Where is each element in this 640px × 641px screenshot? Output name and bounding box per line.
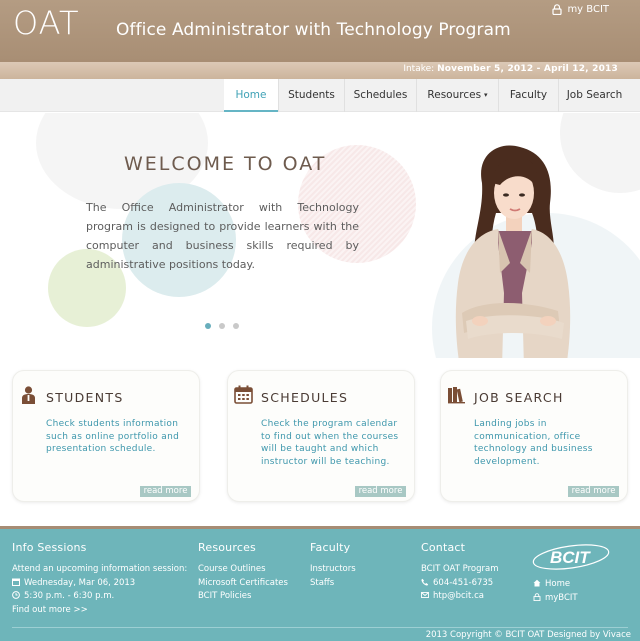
find-out-more-link[interactable]: Find out more >> — [12, 604, 197, 618]
intake-text: Intake: November 5, 2012 - April 12, 201… — [403, 64, 618, 74]
site-logo[interactable]: OAT — [13, 3, 80, 43]
card-description: Landing jobs in communication, office te… — [474, 419, 593, 467]
slider-dots — [205, 323, 239, 329]
footer-brand-links: Home myBCIT — [533, 578, 578, 605]
calendar-icon — [12, 578, 20, 586]
main-nav: Home Students Schedules Resources ▾ Facul… — [0, 79, 640, 112]
nav-students[interactable]: Students — [278, 79, 344, 112]
intake-label: Intake: — [403, 64, 435, 74]
bcit-policies-link[interactable]: BCIT Policies — [198, 590, 288, 604]
intake-dates: November 5, 2012 - April 12, 2013 — [437, 64, 618, 74]
home-icon — [533, 579, 541, 587]
course-outlines-link[interactable]: Course Outlines — [198, 563, 288, 577]
nav-home[interactable]: Home — [224, 79, 278, 112]
card-title: STUDENTS — [46, 390, 124, 405]
feature-cards: STUDENTS Check students information such… — [0, 358, 640, 526]
schedules-card[interactable]: SCHEDULES Check the program calendar to … — [227, 370, 415, 502]
bcit-logo-text: BCIT — [550, 548, 591, 567]
footer-contact-heading: Contact — [421, 541, 466, 554]
instructors-link[interactable]: Instructors — [310, 563, 356, 577]
job-search-card[interactable]: JOB SEARCH Landing jobs in communication… — [440, 370, 628, 502]
read-more-button[interactable]: read more — [140, 486, 191, 497]
card-description: Check students information such as onlin… — [46, 419, 180, 455]
copyright: 2013 Copyright © BCIT OAT Designed by Vi… — [425, 630, 631, 640]
mail-icon — [421, 592, 429, 598]
nav-resources-label: Resources — [427, 89, 482, 101]
footer-resources-links: Course Outlines Microsoft Certificates B… — [198, 563, 288, 604]
staffs-link[interactable]: Staffs — [310, 577, 356, 591]
phone-icon — [421, 578, 429, 586]
slider-dot[interactable] — [205, 323, 211, 329]
student-icon — [22, 386, 35, 404]
hero-heading: WELCOME TO OAT — [124, 153, 327, 175]
footer-info-heading: Info Sessions — [12, 541, 87, 554]
hero-slider: WELCOME TO OAT The Office Administrator … — [0, 113, 640, 358]
info-date-row: Wednesday, Mar 06, 2013 — [12, 577, 197, 591]
contact-email: htp@bcit.ca — [433, 591, 484, 601]
mybcit-link[interactable]: my BCIT — [552, 4, 609, 15]
info-sessions-block: Attend an upcoming information session: … — [12, 563, 197, 617]
students-card[interactable]: STUDENTS Check students information such… — [12, 370, 200, 502]
bcit-logo[interactable]: BCIT — [531, 539, 611, 573]
contact-phone-row: 604-451-6735 — [421, 577, 498, 591]
footer-home-label: Home — [545, 579, 571, 589]
footer-contact-block: BCIT OAT Program 604-451-6735 htp@bcit.c… — [421, 563, 498, 604]
lock-icon — [552, 4, 563, 15]
mybcit-label: my BCIT — [567, 4, 609, 15]
calendar-icon — [234, 385, 253, 404]
contact-phone: 604-451-6735 — [433, 577, 494, 588]
clock-icon — [12, 591, 20, 599]
hero-text: The Office Administrator with Technology… — [86, 201, 359, 271]
woman-illustration — [455, 145, 571, 358]
read-more-button[interactable]: read more — [355, 486, 406, 497]
contact-name: BCIT OAT Program — [421, 564, 499, 574]
footer-divider — [12, 627, 628, 628]
info-time: 5:30 p.m. - 6:30 p.m. — [24, 591, 115, 601]
nav-resources[interactable]: Resources ▾ — [416, 79, 498, 112]
nav-faculty[interactable]: Faculty — [498, 79, 558, 112]
footer-faculty-links: Instructors Staffs — [310, 563, 356, 590]
info-date: Wednesday, Mar 06, 2013 — [24, 577, 136, 588]
footer-mybcit-label: myBCIT — [545, 592, 578, 603]
slider-dot[interactable] — [233, 323, 239, 329]
read-more-button[interactable]: read more — [568, 486, 619, 497]
lock-icon — [533, 592, 541, 601]
info-time-row: 5:30 p.m. - 6:30 p.m. — [12, 590, 197, 604]
site-footer: Info Sessions Attend an upcoming informa… — [0, 526, 640, 641]
card-title: JOB SEARCH — [474, 390, 564, 405]
nav-schedules[interactable]: Schedules — [344, 79, 416, 112]
chevron-down-icon: ▾ — [484, 91, 488, 99]
footer-home-link[interactable]: Home — [533, 578, 578, 592]
slider-dot[interactable] — [219, 323, 225, 329]
footer-resources-heading: Resources — [198, 541, 256, 554]
site-header: OAT Office Administrator with Technology… — [0, 0, 640, 62]
info-intro: Attend an upcoming information session: — [12, 564, 188, 574]
footer-faculty-heading: Faculty — [310, 541, 351, 554]
site-title: Office Administrator with Technology Pro… — [116, 20, 511, 40]
books-icon — [448, 387, 465, 404]
microsoft-certificates-link[interactable]: Microsoft Certificates — [198, 577, 288, 591]
card-description: Check the program calendar to find out w… — [261, 419, 399, 467]
nav-job-search[interactable]: Job Search — [558, 79, 630, 112]
footer-mybcit-link[interactable]: myBCIT — [533, 592, 578, 606]
card-title: SCHEDULES — [261, 390, 349, 405]
intake-bar: Intake: November 5, 2012 - April 12, 201… — [0, 62, 640, 79]
contact-email-row[interactable]: htp@bcit.ca — [421, 590, 498, 604]
